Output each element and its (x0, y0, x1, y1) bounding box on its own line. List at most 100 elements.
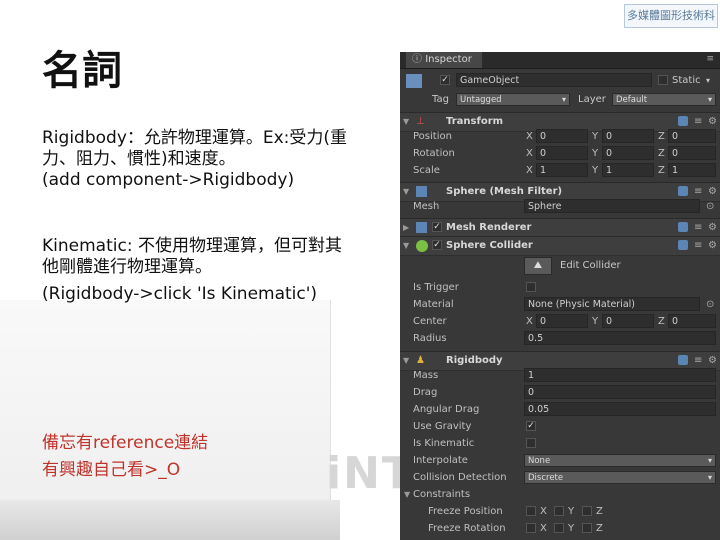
y-label: Y (568, 523, 575, 534)
interpolate-dropdown[interactable]: None (524, 454, 716, 467)
freeze-position-x-checkbox[interactable] (526, 506, 536, 516)
help-icon[interactable] (678, 240, 688, 250)
freeze-rotation-row: Freeze Rotation X Y Z (400, 520, 720, 537)
angular-drag-field[interactable]: 0.05 (524, 402, 716, 416)
center-x-field[interactable]: 0 (536, 314, 588, 328)
angular-drag-row: Angular Drag 0.05 (400, 401, 720, 418)
static-label: Static (672, 75, 701, 86)
settings-icon[interactable]: ≡ (694, 219, 702, 237)
material-field[interactable]: None (Physic Material) (524, 297, 700, 311)
para2-line1: Kinematic: 不使用物理運算，但可對其 (42, 236, 342, 256)
center-label: Center (413, 316, 447, 327)
settings-icon[interactable]: ≡ (694, 237, 702, 255)
material-label: Material (413, 299, 454, 310)
position-x-field[interactable]: 0 (536, 129, 588, 143)
rotation-z-field[interactable]: 0 (668, 146, 716, 160)
collision-detection-row: Collision Detection Discrete (400, 469, 720, 486)
para1-line1: Rigidbody：允許物理運算。Ex:受力(重 (42, 128, 348, 148)
freeze-position-z-checkbox[interactable] (582, 506, 592, 516)
is-trigger-row: Is Trigger (400, 279, 720, 296)
tab-inspector-label: Inspector (425, 54, 472, 65)
collapse-icon[interactable]: ▼ (403, 237, 409, 255)
collapse-icon[interactable]: ▼ (404, 486, 410, 503)
position-y-field[interactable]: 0 (602, 129, 654, 143)
edit-collider-icon: ⛰ (533, 260, 543, 271)
help-icon[interactable] (678, 222, 688, 232)
scale-z-field[interactable]: 1 (668, 163, 716, 177)
tag-dropdown[interactable]: Untagged (456, 93, 570, 106)
x-label: X (526, 131, 533, 142)
reference-note: 備忘有reference連結 有興趣自己看>_O (42, 430, 208, 484)
inspector-panel: ⓘ Inspector ≡ ✓ GameObject Static ▾ Tag … (400, 52, 720, 540)
collision-detection-dropdown[interactable]: Discrete (524, 471, 716, 484)
info-icon: ⓘ (412, 54, 426, 65)
freeze-position-label: Freeze Position (428, 506, 503, 517)
use-gravity-checkbox[interactable]: ✓ (526, 421, 536, 431)
rotation-label: Rotation (413, 148, 455, 159)
is-trigger-checkbox[interactable] (526, 282, 536, 292)
sphere-icon (416, 240, 428, 252)
object-picker-icon[interactable]: ⊙ (706, 198, 714, 215)
mass-field[interactable]: 1 (524, 368, 716, 382)
x-label: X (526, 165, 533, 176)
z-label: Z (658, 131, 665, 142)
mesh-renderer-checkbox[interactable]: ✓ (432, 222, 442, 232)
mesh-renderer-title: Mesh Renderer (446, 222, 532, 233)
constraints-row[interactable]: ▼ Constraints (400, 486, 720, 503)
static-dropdown-icon[interactable]: ▾ (706, 72, 710, 89)
object-picker-icon[interactable]: ⊙ (706, 296, 714, 313)
kinematic-description: Kinematic: 不使用物理運算，但可對其 他剛體進行物理運算。 (Rigi… (42, 236, 402, 305)
expand-icon[interactable]: ▶ (403, 219, 409, 237)
para1-line3: (add component->Rigidbody) (42, 170, 295, 190)
static-checkbox[interactable] (658, 75, 668, 85)
center-y-field[interactable]: 0 (602, 314, 654, 328)
mesh-renderer-header[interactable]: ▶ ✓ Mesh Renderer ≡ ⚙ (400, 218, 720, 238)
help-icon[interactable] (678, 116, 688, 126)
transform-icon: ⊥ (416, 116, 425, 127)
y-label: Y (592, 316, 599, 327)
drag-field[interactable]: 0 (524, 385, 716, 399)
edit-collider-button[interactable]: ⛰ (524, 257, 552, 275)
mesh-row: Mesh Sphere ⊙ (400, 198, 720, 215)
tag-label: Tag (432, 94, 449, 105)
gear-icon[interactable]: ⚙ (708, 219, 717, 237)
freeze-rotation-y-checkbox[interactable] (554, 523, 564, 533)
radius-field[interactable]: 0.5 (524, 331, 716, 345)
position-row: Position X 0 Y 0 Z 0 (400, 128, 720, 145)
center-row: Center X 0 Y 0 Z 0 (400, 313, 720, 330)
position-z-field[interactable]: 0 (668, 129, 716, 143)
gameobject-name-field[interactable]: GameObject (456, 73, 652, 87)
rotation-y-field[interactable]: 0 (602, 146, 654, 160)
scale-y-field[interactable]: 1 (602, 163, 654, 177)
para2-line2: 他剛體進行物理運算。 (42, 257, 212, 277)
help-icon[interactable] (678, 186, 688, 196)
center-z-field[interactable]: 0 (668, 314, 716, 328)
active-checkbox[interactable]: ✓ (440, 75, 450, 85)
tab-menu-icon[interactable]: ≡ (706, 54, 714, 64)
cube-icon (406, 74, 422, 88)
mesh-field[interactable]: Sphere (524, 199, 700, 213)
is-kinematic-checkbox[interactable] (526, 438, 536, 448)
tab-inspector[interactable]: ⓘ Inspector (406, 52, 482, 68)
layer-label: Layer (578, 94, 606, 105)
y-label: Y (568, 506, 575, 517)
grid-icon (416, 186, 427, 197)
is-kinematic-label: Is Kinematic (413, 438, 475, 449)
help-icon[interactable] (678, 355, 688, 365)
gear-icon[interactable]: ⚙ (708, 237, 717, 255)
slide: iNT 多媒體圖形技術科 名詞 Rigidbody：允許物理運算。Ex:受力(重… (0, 0, 720, 540)
sphere-collider-header[interactable]: ▼ ✓ Sphere Collider ≡ ⚙ (400, 236, 720, 256)
material-row: Material None (Physic Material) ⊙ (400, 296, 720, 313)
rotation-x-field[interactable]: 0 (536, 146, 588, 160)
z-label: Z (658, 316, 665, 327)
is-kinematic-row: Is Kinematic (400, 435, 720, 452)
freeze-rotation-x-checkbox[interactable] (526, 523, 536, 533)
sphere-collider-checkbox[interactable]: ✓ (432, 240, 442, 250)
freeze-position-y-checkbox[interactable] (554, 506, 564, 516)
layer-dropdown[interactable]: Default (612, 93, 716, 106)
rigidbody-description: Rigidbody：允許物理運算。Ex:受力(重 力、阻力、慣性)和速度。 (a… (42, 128, 402, 191)
scale-x-field[interactable]: 1 (536, 163, 588, 177)
sphere-collider-title: Sphere Collider (446, 240, 533, 251)
freeze-rotation-z-checkbox[interactable] (582, 523, 592, 533)
drag-label: Drag (413, 387, 438, 398)
